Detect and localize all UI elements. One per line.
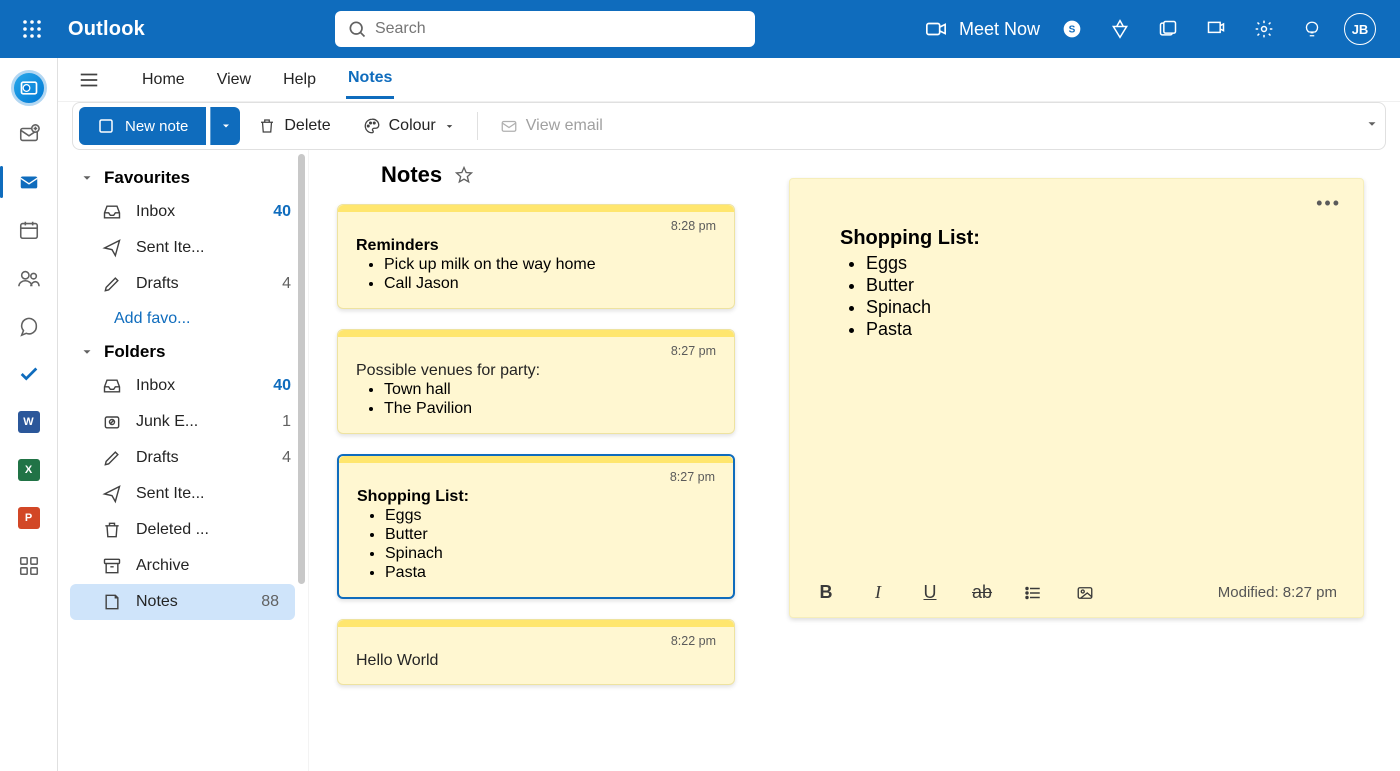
rail-files-icon[interactable] bbox=[0, 302, 58, 350]
favourite-star-icon[interactable] bbox=[454, 165, 474, 185]
note-items: EggsButterSpinachPasta bbox=[357, 507, 715, 582]
note-card[interactable]: 8:27 pm Possible venues for party:Town ha… bbox=[337, 329, 735, 434]
detail-title: Shopping List: bbox=[840, 227, 1313, 250]
brand-label: Outlook bbox=[68, 18, 145, 41]
note-time: 8:27 pm bbox=[357, 470, 715, 484]
view-email-button[interactable]: View email bbox=[486, 107, 617, 145]
rail-calendar-icon[interactable] bbox=[0, 206, 58, 254]
folder-sent-fav[interactable]: Sent Ite... bbox=[58, 230, 307, 266]
account-avatar[interactable]: JB bbox=[1336, 0, 1384, 58]
delete-button[interactable]: Delete bbox=[244, 107, 344, 145]
note-menu-icon[interactable]: ••• bbox=[1316, 193, 1341, 214]
rail-people-icon[interactable] bbox=[0, 254, 58, 302]
nav-toggle-icon[interactable] bbox=[78, 69, 100, 91]
strike-button[interactable]: ab bbox=[972, 582, 992, 603]
left-rail: W X P bbox=[0, 58, 58, 771]
tab-home[interactable]: Home bbox=[140, 63, 187, 97]
italic-button[interactable]: I bbox=[868, 582, 888, 603]
note-text: Possible venues for party: bbox=[356, 362, 716, 380]
modified-label: Modified: 8:27 pm bbox=[1218, 584, 1337, 601]
rail-mail-icon[interactable] bbox=[0, 158, 58, 206]
note-card[interactable]: 8:22 pm Hello World bbox=[337, 619, 735, 685]
favourites-section[interactable]: Favourites bbox=[58, 162, 307, 194]
note-detail: ••• Shopping List: EggsButterSpinachPast… bbox=[753, 150, 1400, 771]
rail-more-apps-icon[interactable] bbox=[0, 542, 58, 590]
meet-now-label: Meet Now bbox=[959, 19, 1040, 40]
folder-archive[interactable]: Archive bbox=[58, 548, 307, 584]
folder-drafts-fav[interactable]: Drafts 4 bbox=[58, 266, 307, 302]
note-time: 8:22 pm bbox=[356, 634, 716, 648]
tips-icon[interactable] bbox=[1288, 0, 1336, 58]
folder-drafts[interactable]: Drafts 4 bbox=[58, 440, 307, 476]
note-card[interactable]: 8:28 pm RemindersPick up milk on the way … bbox=[337, 204, 735, 309]
view-email-label: View email bbox=[526, 117, 603, 135]
skype-icon[interactable]: S bbox=[1048, 0, 1096, 58]
premium-icon[interactable] bbox=[1096, 0, 1144, 58]
svg-text:S: S bbox=[1069, 24, 1076, 35]
note-title: Shopping List: bbox=[357, 488, 715, 506]
delete-label: Delete bbox=[284, 117, 330, 135]
note-detail-card[interactable]: ••• Shopping List: EggsButterSpinachPast… bbox=[789, 178, 1364, 618]
folder-notes[interactable]: Notes 88 bbox=[70, 584, 295, 620]
note-text: Hello World bbox=[356, 652, 716, 670]
colour-label: Colour bbox=[389, 117, 436, 135]
rail-powerpoint-icon[interactable]: P bbox=[0, 494, 58, 542]
folder-sent[interactable]: Sent Ite... bbox=[58, 476, 307, 512]
folder-junk[interactable]: Junk E... 1 bbox=[58, 404, 307, 440]
underline-button[interactable]: U bbox=[920, 582, 940, 603]
rail-word-icon[interactable]: W bbox=[0, 398, 58, 446]
tab-help[interactable]: Help bbox=[281, 63, 318, 97]
note-items: Pick up milk on the way homeCall Jason bbox=[356, 256, 716, 293]
note-time: 8:28 pm bbox=[356, 219, 716, 233]
detail-items: EggsButterSpinachPasta bbox=[840, 252, 1313, 341]
list-button[interactable] bbox=[1024, 584, 1044, 602]
colour-button[interactable]: Colour bbox=[349, 107, 469, 145]
tab-view[interactable]: View bbox=[215, 63, 253, 97]
folder-inbox-fav[interactable]: Inbox 40 bbox=[58, 194, 307, 230]
folders-section[interactable]: Folders bbox=[58, 336, 307, 368]
note-time: 8:27 pm bbox=[356, 344, 716, 358]
teams-icon[interactable] bbox=[1144, 0, 1192, 58]
folder-inbox[interactable]: Inbox 40 bbox=[58, 368, 307, 404]
note-title: Reminders bbox=[356, 237, 716, 255]
notes-toolbar: New note Delete Colour View email bbox=[72, 102, 1386, 150]
notes-header: Notes bbox=[337, 156, 735, 204]
folder-pane: Favourites Inbox 40 Sent Ite... Drafts 4… bbox=[58, 150, 308, 771]
rail-excel-icon[interactable]: X bbox=[0, 446, 58, 494]
tab-notes[interactable]: Notes bbox=[346, 61, 394, 99]
new-note-caret[interactable] bbox=[210, 107, 240, 145]
notes-list: Notes 8:28 pm RemindersPick up milk on th… bbox=[308, 150, 753, 771]
search-icon bbox=[347, 19, 367, 39]
ribbon-tabs: Home View Help Notes bbox=[58, 58, 1400, 102]
app-launcher-icon[interactable] bbox=[16, 13, 48, 45]
note-items: Town hallThe Pavilion bbox=[356, 381, 716, 418]
folder-scrollbar[interactable] bbox=[297, 152, 305, 769]
search-input[interactable] bbox=[335, 11, 755, 47]
new-note-label: New note bbox=[125, 118, 188, 135]
settings-icon[interactable] bbox=[1240, 0, 1288, 58]
note-card[interactable]: 8:27 pm Shopping List:EggsButterSpinachPa… bbox=[337, 454, 735, 599]
new-note-button[interactable]: New note bbox=[79, 107, 206, 145]
folder-deleted[interactable]: Deleted ... bbox=[58, 512, 307, 548]
add-favourite-link[interactable]: Add favo... bbox=[58, 302, 307, 336]
toolbar-overflow-icon[interactable] bbox=[1365, 117, 1379, 131]
outlook-logo-icon[interactable] bbox=[11, 70, 47, 106]
meet-now-button[interactable]: Meet Now bbox=[925, 18, 1040, 40]
rail-todo-icon[interactable] bbox=[0, 350, 58, 398]
image-button[interactable] bbox=[1076, 584, 1096, 602]
bold-button[interactable]: B bbox=[816, 582, 836, 603]
announcements-icon[interactable] bbox=[1192, 0, 1240, 58]
rail-mail-newmsg-icon[interactable] bbox=[0, 110, 58, 158]
